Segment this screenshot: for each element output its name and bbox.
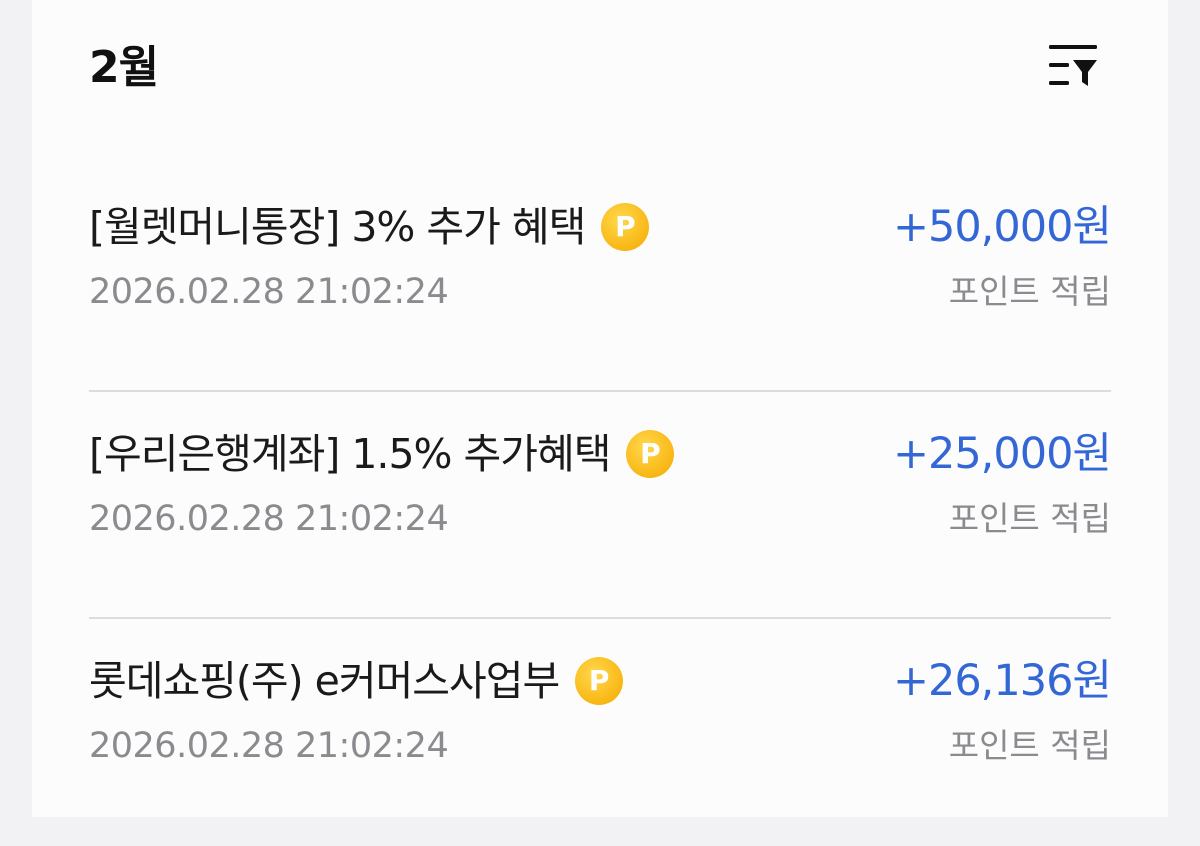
transaction-list: [월렛머니통장] 3% 추가 혜택 P 2026.02.28 21:02:24 …	[89, 165, 1112, 846]
transaction-title: [우리은행계좌] 1.5% 추가혜택	[89, 430, 611, 478]
transaction-title: 롯데쇼핑(주) e커머스사업부	[89, 657, 560, 705]
transaction-type: 포인트 적립	[948, 272, 1111, 311]
transaction-row[interactable]: [월렛머니통장] 3% 추가 혜택 P 2026.02.28 21:02:24 …	[89, 165, 1112, 392]
month-title: 2월	[89, 42, 159, 93]
transaction-row[interactable]: [우리은행계좌] 1.5% 추가혜택 P 2026.02.28 21:02:24…	[89, 392, 1112, 619]
point-coin-icon: P	[626, 430, 675, 478]
month-header: 2월	[89, 38, 1111, 98]
sort-filter-icon	[1049, 45, 1097, 86]
transaction-row[interactable]: 롯데쇼핑(주) e커머스사업부 P 2026.02.28 21:02:24 +2…	[89, 619, 1112, 846]
transaction-card: 2월 [월렛머니통장] 3% 추가 혜택 P 2026.02.28 21:02:…	[32, 0, 1168, 817]
transaction-datetime: 2026.02.28 21:02:24	[89, 726, 449, 766]
transaction-type: 포인트 적립	[948, 726, 1111, 765]
transaction-datetime: 2026.02.28 21:02:24	[89, 272, 449, 312]
transaction-amount: +26,136원	[892, 656, 1112, 706]
transaction-amount: +25,000원	[892, 429, 1112, 479]
transaction-datetime: 2026.02.28 21:02:24	[89, 499, 449, 539]
transaction-title-row: 롯데쇼핑(주) e커머스사업부 P	[89, 651, 624, 711]
transaction-title-row: [우리은행계좌] 1.5% 추가혜택 P	[89, 424, 675, 484]
transaction-amount: +50,000원	[892, 202, 1112, 252]
transaction-title-row: [월렛머니통장] 3% 추가 혜택 P	[89, 197, 650, 257]
point-coin-icon: P	[575, 657, 624, 705]
transaction-type: 포인트 적립	[948, 499, 1111, 538]
transaction-title: [월렛머니통장] 3% 추가 혜택	[89, 203, 586, 251]
point-badge-letter: P	[588, 664, 610, 697]
point-coin-icon: P	[601, 203, 650, 251]
filter-button[interactable]	[1045, 40, 1101, 92]
point-badge-letter: P	[615, 210, 636, 243]
point-badge-letter: P	[640, 437, 661, 470]
